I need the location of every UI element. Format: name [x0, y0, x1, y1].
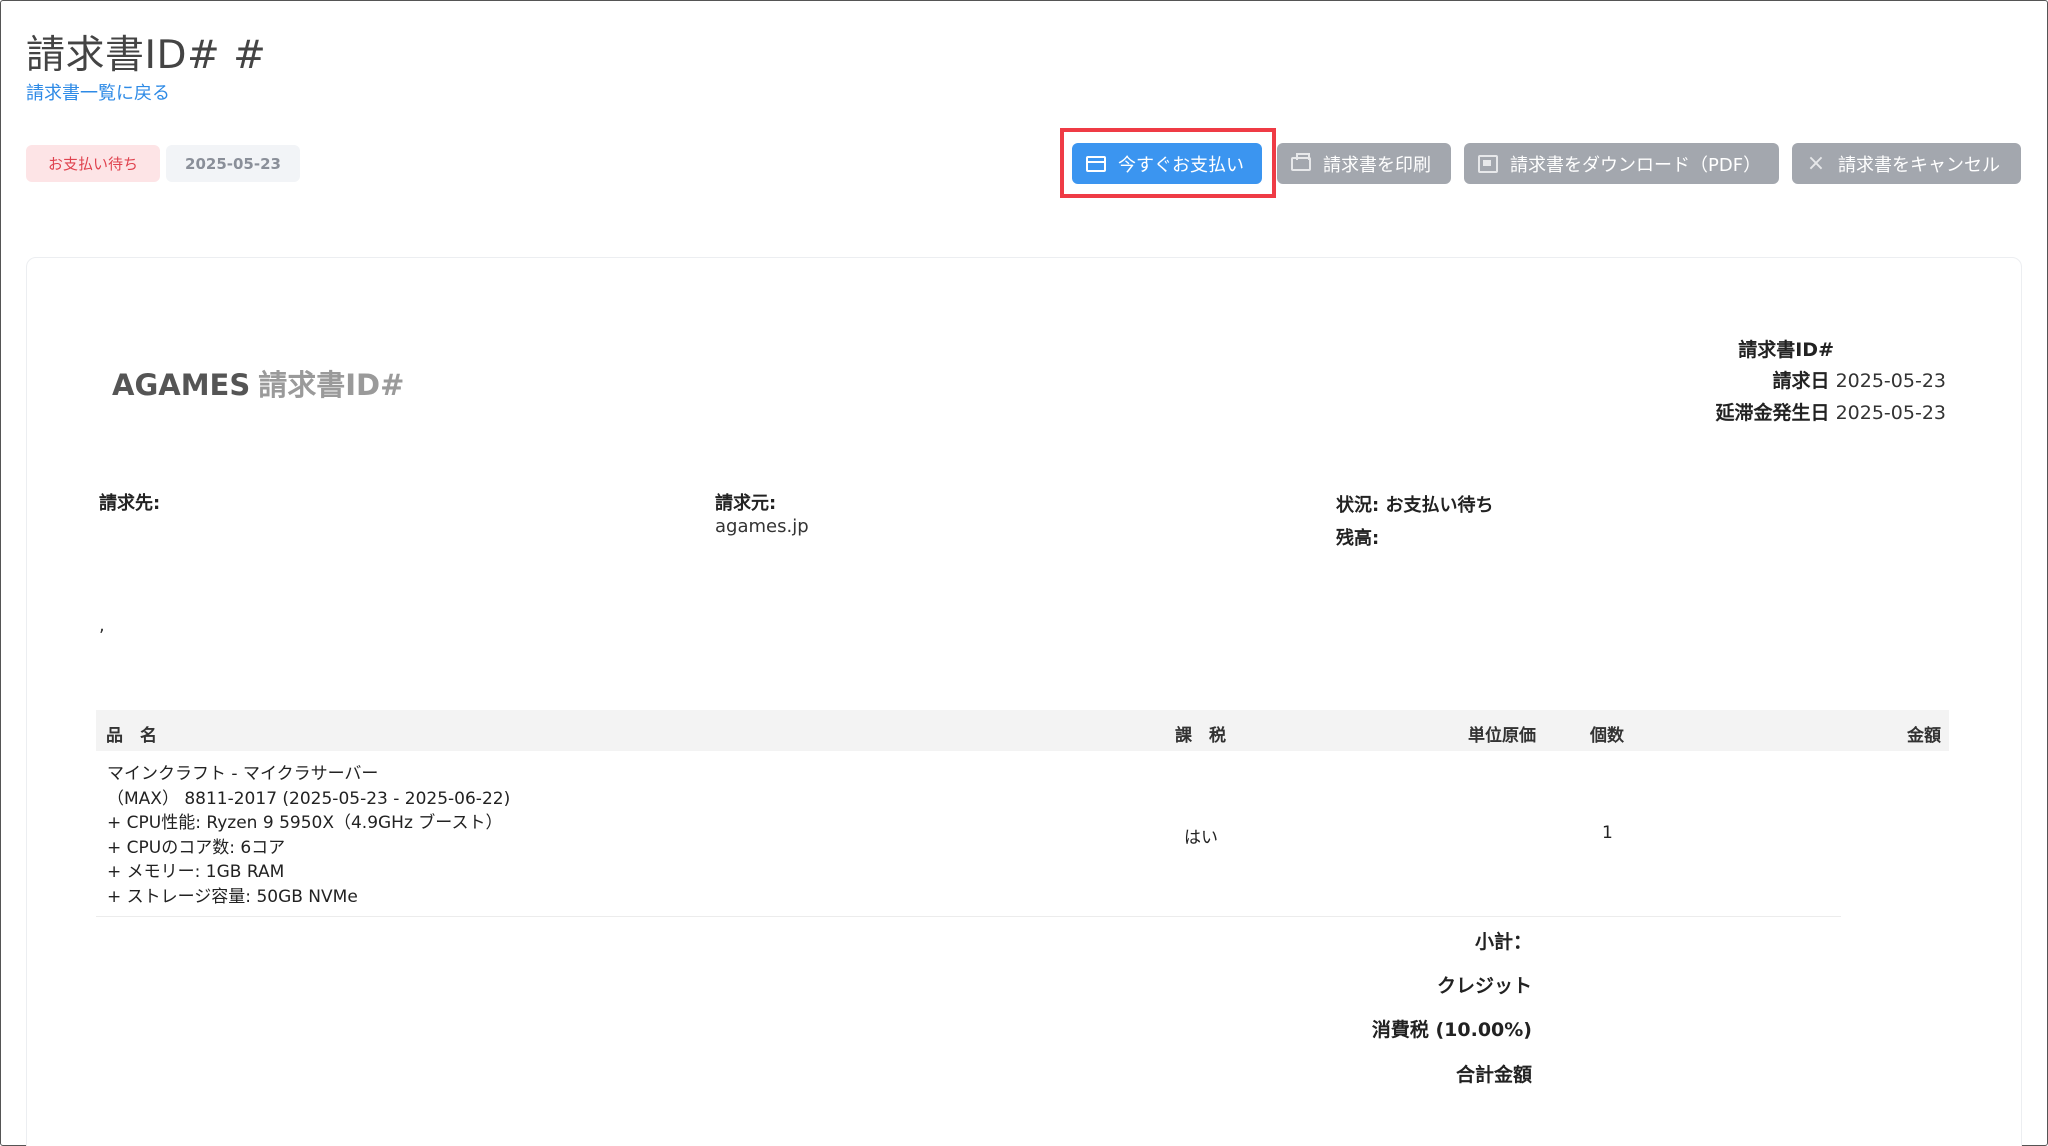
close-icon: ×	[1806, 150, 1826, 176]
balance-label: 残高:	[1336, 528, 1380, 549]
page-title: 請求書ID# #	[26, 33, 267, 78]
printer-icon	[1291, 152, 1311, 171]
bill-to-label: 請求先:	[99, 493, 161, 514]
print-invoice-button[interactable]: 請求書を印刷	[1277, 143, 1451, 184]
due-date-value: 2025-05-23	[1835, 402, 1946, 424]
bill-to-value: ,	[99, 615, 105, 636]
col-taxed: 課 税	[1175, 726, 1226, 746]
brand-sub: 請求書ID#	[258, 368, 405, 402]
total-label: 合計金額	[1455, 1064, 1532, 1086]
credit-label: クレジット	[1436, 975, 1532, 997]
credit-card-icon	[1086, 155, 1106, 172]
print-invoice-label: 請求書を印刷	[1323, 154, 1431, 176]
due-date-label: 延滞金発生日	[1715, 402, 1830, 424]
col-unit-price: 単位原価	[1468, 726, 1536, 746]
item-line: + メモリー: 1GB RAM	[107, 862, 285, 882]
invoice-date-value: 2025-05-23	[1835, 370, 1946, 392]
status-badge: お支払い待ち	[26, 145, 160, 182]
subtotal-label: 小計：	[1474, 931, 1532, 953]
pdf-icon	[1478, 154, 1498, 173]
item-line: マインクラフト - マイクラサーバー	[107, 764, 379, 784]
item-line: + ストレージ容量: 50GB NVMe	[107, 886, 358, 907]
download-pdf-button[interactable]: 請求書をダウンロード（PDF）	[1464, 143, 1779, 184]
invoice-id-label: 請求書ID#	[1738, 339, 1834, 361]
due-date: 延滞金発生日 2025-05-23	[1716, 398, 1946, 425]
col-quantity: 個数	[1590, 726, 1624, 746]
cancel-invoice-label: 請求書をキャンセル	[1838, 154, 2000, 176]
item-line: + CPUのコア数: 6コア	[107, 837, 286, 858]
back-to-invoices-link[interactable]: 請求書一覧に戻る	[26, 79, 170, 105]
taxed-cell: はい	[1184, 828, 1218, 848]
table-header: 品 名 課 税 単位原価 個数 金額	[96, 710, 1949, 751]
status-label: 状況:	[1336, 495, 1380, 516]
invoice-logo: AGAMES 請求書ID#	[112, 362, 404, 404]
invoice-date: 請求日 2025-05-23	[1773, 366, 1946, 393]
item-line: （MAX） 8811-2017 (2025-05-23 - 2025-06-22…	[107, 788, 511, 809]
from-label: 請求元:	[715, 493, 777, 514]
table-row: マインクラフト - マイクラサーバー （MAX） 8811-2017 (2025…	[107, 762, 510, 909]
invoice-status: 状況: お支払い待ち	[1336, 491, 1493, 517]
col-amount: 金額	[1907, 726, 1941, 746]
tax-label: 消費税 (10.00%)	[1371, 1019, 1532, 1041]
cancel-invoice-button[interactable]: × 請求書をキャンセル	[1792, 143, 2021, 184]
col-item: 品 名	[106, 726, 157, 746]
item-line: + CPU性能: Ryzen 9 5950X（4.9GHz ブースト）	[107, 813, 503, 833]
brand-name: AGAMES	[112, 368, 251, 402]
pay-now-button[interactable]: 今すぐお支払い	[1072, 143, 1262, 184]
status-value: お支払い待ち	[1385, 495, 1494, 516]
row-divider	[96, 916, 1841, 917]
invoice-date-label: 請求日	[1772, 370, 1830, 392]
date-badge: 2025-05-23	[166, 145, 300, 182]
from-value: agames.jp	[715, 516, 809, 537]
download-pdf-label: 請求書をダウンロード（PDF）	[1510, 154, 1762, 176]
quantity-cell: 1	[1602, 823, 1613, 843]
pay-now-label: 今すぐお支払い	[1118, 154, 1244, 176]
